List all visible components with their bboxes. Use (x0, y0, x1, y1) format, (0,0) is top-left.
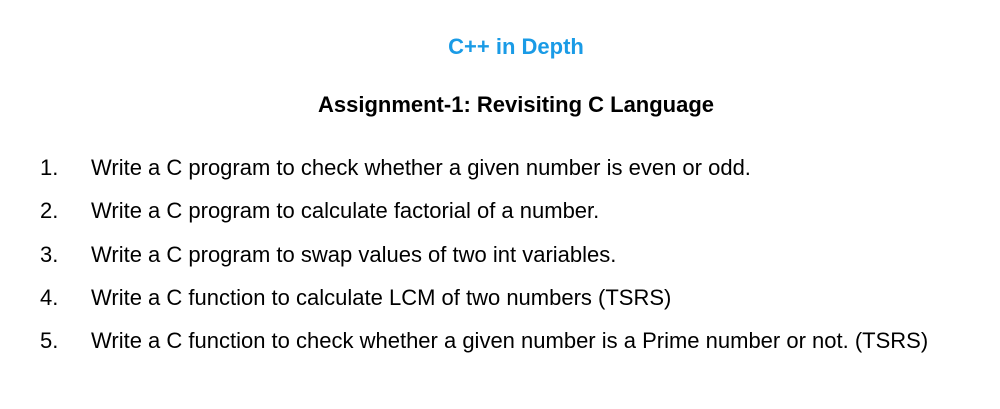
list-item: 4. Write a C function to calculate LCM o… (0, 276, 1000, 319)
document-title: C++ in Depth (448, 34, 584, 59)
list-item-text: Write a C program to swap values of two … (91, 241, 617, 267)
list-item-number: 2. (40, 198, 59, 224)
list-item-number: 4. (40, 284, 59, 310)
list-item: 5. Write a C function to check whether a… (0, 319, 1000, 362)
list-item-text: Write a C program to calculate factorial… (91, 198, 600, 224)
task-list: 1. Write a C program to check whether a … (0, 146, 1000, 362)
list-item-number: 1. (40, 155, 59, 180)
list-item: 2. Write a C program to calculate factor… (0, 189, 1000, 232)
list-item: 3. Write a C program to swap values of t… (0, 233, 1000, 276)
list-item-text: Write a C function to calculate LCM of t… (91, 284, 672, 310)
list-item-text: Write a C function to check whether a gi… (91, 328, 929, 354)
list-item-text: Write a C program to check whether a giv… (91, 155, 751, 180)
list-item-number: 3. (40, 241, 59, 267)
assignment-heading: Assignment-1: Revisiting C Language (317, 92, 715, 117)
list-item-number: 5. (40, 328, 59, 354)
list-item: 1. Write a C program to check whether a … (0, 146, 1000, 189)
